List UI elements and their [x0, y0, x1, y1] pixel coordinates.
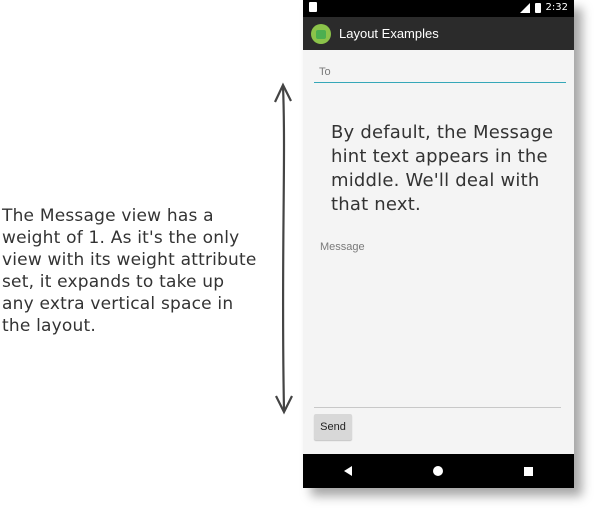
battery-icon: [534, 2, 541, 13]
navigation-bar: [303, 454, 574, 488]
span-arrow-line: [281, 85, 286, 411]
message-hint: Message: [320, 241, 365, 253]
home-button[interactable]: [418, 454, 458, 488]
app-bar: Layout Examples: [303, 17, 574, 50]
recents-button[interactable]: [509, 454, 549, 488]
back-button[interactable]: [328, 454, 368, 488]
app-title: Layout Examples: [339, 26, 439, 41]
to-input[interactable]: To: [314, 64, 566, 83]
android-app-icon: [311, 23, 331, 44]
status-time: 2:32: [545, 2, 568, 13]
layout-content: To Message Send: [303, 50, 574, 454]
send-button[interactable]: Send: [314, 414, 352, 440]
recents-icon: [524, 466, 534, 476]
signal-icon: [519, 2, 530, 13]
phone-frame: 2:32 Layout Examples To Message Send: [303, 0, 574, 488]
sd-card-icon: [309, 2, 317, 12]
home-icon: [433, 466, 444, 476]
weight-annotation: The Message view has a weight of 1. As i…: [2, 206, 257, 336]
status-bar: 2:32: [303, 0, 574, 17]
back-icon: [344, 466, 353, 476]
hint-annotation: By default, the Message hint text appear…: [331, 122, 554, 215]
